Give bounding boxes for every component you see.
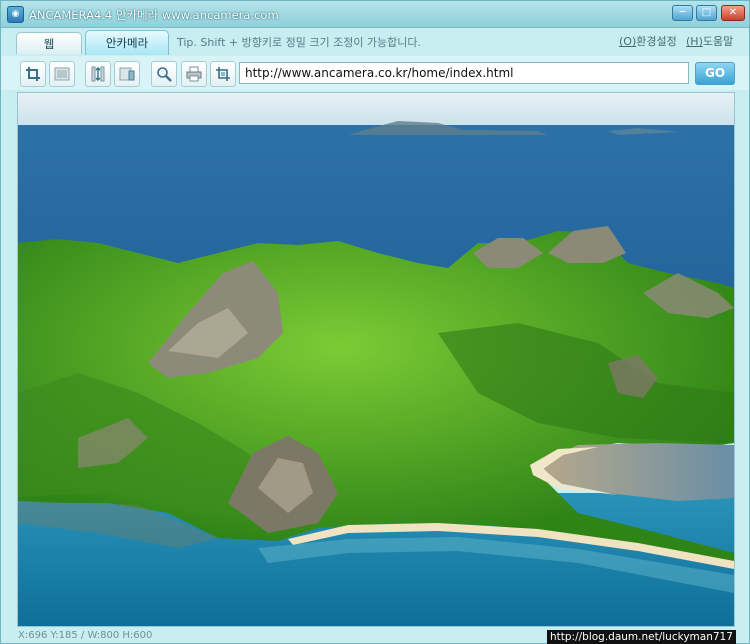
settings-shortcut: (O) [619, 35, 637, 48]
title-bar[interactable]: ◉ ANCAMERA4.4 안카메라 www.ancamera.com ─ □ … [1, 1, 749, 28]
tip-text: Tip. Shift + 방향키로 정밀 크기 조정이 가능합니다. [177, 36, 422, 49]
resize-vertical-button[interactable] [85, 61, 111, 87]
app-window: ◉ ANCAMERA4.4 안카메라 www.ancamera.com ─ □ … [0, 0, 750, 644]
crop-button[interactable] [20, 61, 46, 87]
go-button[interactable]: GO [695, 62, 735, 85]
print-button[interactable] [181, 61, 207, 87]
settings-label: 환경설정 [636, 35, 677, 48]
crop-icon [26, 67, 40, 81]
tab-row: 웹 안카메라 Tip. Shift + 방향키로 정밀 크기 조정이 가능합니다… [1, 28, 749, 55]
tab-ancamera[interactable]: 안카메라 [85, 30, 169, 55]
crop-select-icon [216, 67, 230, 81]
capture-scroll-icon [119, 67, 135, 81]
capture-viewport[interactable] [17, 92, 735, 627]
zoom-button[interactable] [151, 61, 177, 87]
camera-app-icon: ◉ [7, 6, 24, 23]
status-coords: X:696 Y:185 / W:800 H:600 [18, 630, 153, 641]
menu-settings[interactable]: (O)환경설정 [619, 33, 677, 49]
window-title: ANCAMERA4.4 안카메라 www.ancamera.com [29, 8, 279, 22]
capture-scroll-button[interactable] [114, 61, 140, 87]
resize-vertical-icon [91, 66, 105, 82]
minimize-button[interactable]: ─ [672, 5, 693, 21]
tab-web[interactable]: 웹 [16, 32, 82, 54]
island-photo [18, 93, 734, 626]
help-shortcut: (H) [686, 35, 703, 48]
zoom-icon [157, 67, 172, 82]
url-input[interactable] [239, 62, 689, 84]
blog-watermark: http://blog.daum.net/luckyman717 [547, 630, 736, 644]
help-label: 도움말 [702, 35, 734, 48]
menu-help[interactable]: (H)도움말 [686, 33, 733, 49]
toolbar: GO [1, 56, 749, 90]
capture-window-button[interactable] [49, 61, 75, 87]
capture-window-icon [54, 67, 70, 81]
close-button[interactable]: ✕ [721, 5, 745, 21]
print-icon [186, 66, 202, 82]
crop-select-button[interactable] [210, 61, 236, 87]
maximize-button[interactable]: □ [696, 5, 717, 21]
